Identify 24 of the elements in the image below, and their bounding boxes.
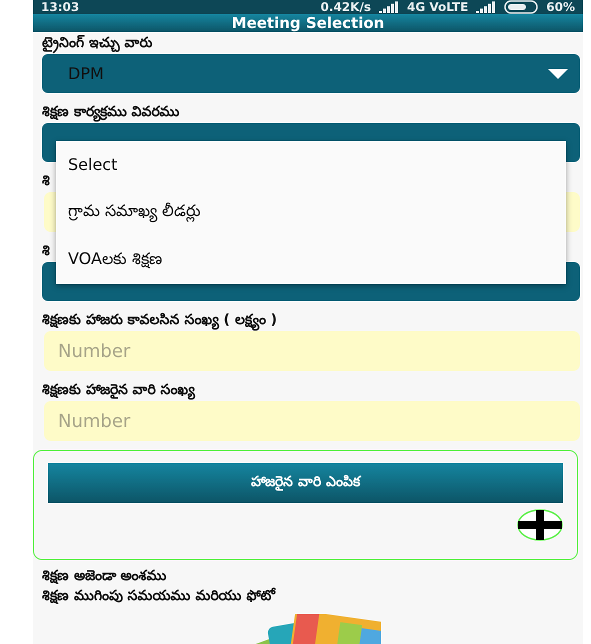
battery-percent: 60% xyxy=(546,0,575,14)
field-label: శి xyxy=(42,172,50,191)
screen-title: Meeting Selection xyxy=(33,14,583,32)
number-input[interactable]: Number xyxy=(44,331,580,371)
dropdown-caret-icon xyxy=(548,68,568,78)
menu-option[interactable]: Select xyxy=(56,141,566,189)
signal-icon xyxy=(476,1,496,13)
number-input[interactable]: Number xyxy=(44,401,580,441)
clock-time: 13:03 xyxy=(41,0,80,14)
network-speed: 0.42K/s xyxy=(320,0,371,14)
section-heading: శిక్షణ అజెండా అంశము xyxy=(42,567,168,586)
select-attendees-button[interactable]: హాజరైన వారి ఎంపిక xyxy=(48,463,563,503)
signal-icon xyxy=(378,1,399,13)
field-label: శిక్షణకు హాజరైన వారి సంఖ్య xyxy=(42,381,195,401)
battery-icon xyxy=(504,0,538,14)
field-label: ట్రైనింగ్ ఇచ్చు వారు xyxy=(42,33,153,54)
add-icon[interactable] xyxy=(517,509,563,541)
field-label: శిక్షణకు హాజరు కావలసిన సంఖ్య ( లక్ష్యం ) xyxy=(42,310,278,331)
field-label: శిక్షణ కార్యక్రము వివరము xyxy=(42,103,180,123)
field-label: శి xyxy=(42,242,50,261)
menu-option[interactable]: VOAలకు శిక్షణ xyxy=(56,236,566,284)
section-heading: శిక్షణ ముగింపు సమయము మరియు ఫోటో xyxy=(42,586,277,606)
menu-option[interactable]: గ్రామ సమాఖ్య లీడర్లు xyxy=(56,188,566,236)
network-type: 4G VoLTE xyxy=(406,0,468,14)
